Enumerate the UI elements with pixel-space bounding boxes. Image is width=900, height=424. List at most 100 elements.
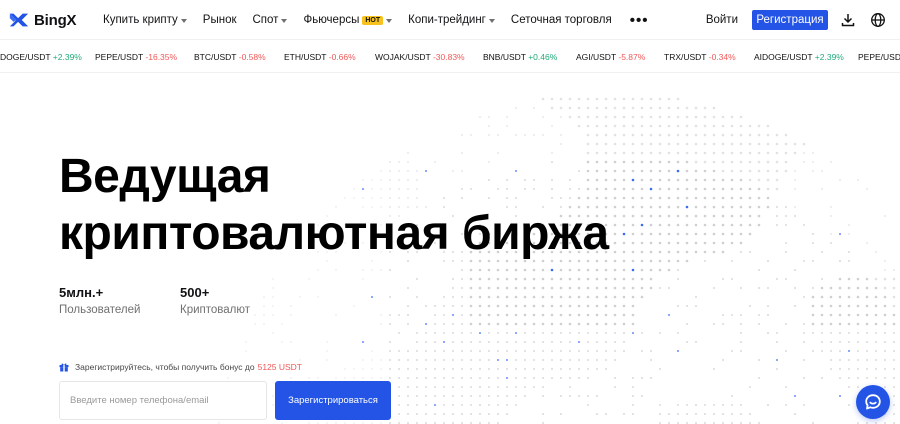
globe-dot <box>640 178 644 182</box>
globe-dot <box>326 341 328 343</box>
globe-dot <box>497 386 499 388</box>
register-button[interactable]: Зарегистрироваться <box>275 381 391 420</box>
ticker-item[interactable]: PEPE/USDT <box>858 52 900 62</box>
globe-dot <box>416 404 418 406</box>
ticker-pair: WOJAK/USDT <box>375 52 431 62</box>
globe-dot <box>613 277 617 281</box>
globe-dot <box>685 151 689 155</box>
globe-dot <box>775 160 779 164</box>
phone-email-input[interactable] <box>59 381 267 420</box>
globe-dot <box>677 350 679 352</box>
globe-dot <box>830 350 832 352</box>
globe-dot <box>631 151 635 155</box>
nav-futures[interactable]: Фьючерсы HOT <box>303 14 393 26</box>
globe-dot <box>272 314 274 316</box>
globe-dot <box>667 124 671 128</box>
globe-dot <box>757 187 761 191</box>
globe-dot <box>613 259 617 263</box>
globe-dot <box>758 323 760 325</box>
globe-dot <box>416 296 418 298</box>
globe-dot <box>758 287 760 289</box>
globe-dot <box>560 359 562 361</box>
globe-dot <box>398 377 400 379</box>
globe-dot <box>478 304 482 308</box>
ticker-item[interactable]: WOJAK/USDT -30.83% <box>375 52 465 62</box>
globe-dot <box>568 322 572 326</box>
chat-icon <box>865 394 881 410</box>
globe-dot <box>568 115 572 119</box>
login-link[interactable]: Войти <box>706 14 738 26</box>
ticker-item[interactable]: AIDOGE/USDT +2.39% <box>754 52 844 62</box>
globe-dot <box>748 142 752 146</box>
globe-dot <box>632 332 634 334</box>
globe-dot <box>766 124 770 128</box>
ticker-item[interactable]: ETH/USDT -0.66% <box>284 52 356 62</box>
ticker-item[interactable]: TRX/USDT -0.34% <box>664 52 736 62</box>
globe-dot <box>658 133 662 137</box>
globe-dot <box>685 133 689 137</box>
globe-dot <box>758 269 760 271</box>
globe-dot <box>640 169 644 173</box>
globe-dot <box>757 142 761 146</box>
globe-dot <box>703 214 707 218</box>
nav-copy-trading[interactable]: Копи-трейдинг <box>408 14 495 26</box>
ticker-item[interactable]: BTC/USDT -0.58% <box>194 52 266 62</box>
ticker-item[interactable]: PEPE/USDT -16.35% <box>95 52 177 62</box>
globe-dot <box>821 188 823 190</box>
globe-dot <box>452 287 454 289</box>
globe-dot <box>523 313 527 317</box>
globe-dot <box>470 377 472 379</box>
globe-dot <box>713 368 715 370</box>
globe-dot <box>577 304 581 308</box>
globe-dot <box>586 268 590 272</box>
globe-dot <box>668 413 670 415</box>
globe-dot <box>766 187 770 191</box>
globe-dot <box>757 214 761 218</box>
globe-dot <box>839 260 841 262</box>
ticker-item[interactable]: BNB/USDT +0.46% <box>483 52 557 62</box>
bingx-logo[interactable]: BingX <box>8 9 77 31</box>
globe-dot <box>623 350 625 352</box>
download-icon[interactable] <box>840 12 856 28</box>
support-chat-button[interactable] <box>856 385 890 419</box>
globe-dot <box>505 286 509 290</box>
globe-dot <box>443 377 445 379</box>
globe-dot <box>730 223 734 227</box>
globe-dot <box>613 214 617 218</box>
globe-dot <box>505 313 509 317</box>
ticker-item[interactable]: AIDOGE/USDT +2.39% <box>0 52 82 62</box>
globe-dot <box>487 304 491 308</box>
nav-market[interactable]: Рынок <box>203 14 237 26</box>
globe-icon[interactable] <box>870 12 886 28</box>
globe-dot <box>749 251 751 253</box>
globe-dot <box>496 268 500 272</box>
nav-spot[interactable]: Спот <box>253 14 288 26</box>
globe-dot <box>487 295 491 299</box>
globe-dot <box>434 314 436 316</box>
globe-dot <box>398 404 400 406</box>
globe-dot <box>614 350 616 352</box>
signup-button[interactable]: Регистрация <box>752 10 828 30</box>
nav-buy-crypto[interactable]: Купить крипту <box>103 14 187 26</box>
globe-dot <box>884 269 886 271</box>
globe-dot <box>514 313 518 317</box>
globe-dot <box>452 386 454 388</box>
globe-dot <box>506 341 508 343</box>
globe-dot <box>649 124 653 128</box>
globe-dot <box>811 322 815 326</box>
globe-dot <box>847 313 851 317</box>
globe-dot <box>470 413 472 415</box>
globe-dot <box>784 160 788 164</box>
globe-dot <box>533 386 535 388</box>
globe-dot <box>497 134 499 136</box>
ticker-item[interactable]: AGI/USDT -5.87% <box>576 52 645 62</box>
globe-dot <box>713 287 715 289</box>
globe-dot <box>479 404 481 406</box>
globe-dot <box>866 368 868 370</box>
globe-dot <box>398 359 400 361</box>
nav-grid-trading[interactable]: Сеточная торговля <box>511 14 612 26</box>
more-menu-icon[interactable]: ••• <box>630 12 649 29</box>
globe-dot <box>748 205 752 209</box>
globe-dot <box>848 368 850 370</box>
globe-dot <box>578 395 580 397</box>
